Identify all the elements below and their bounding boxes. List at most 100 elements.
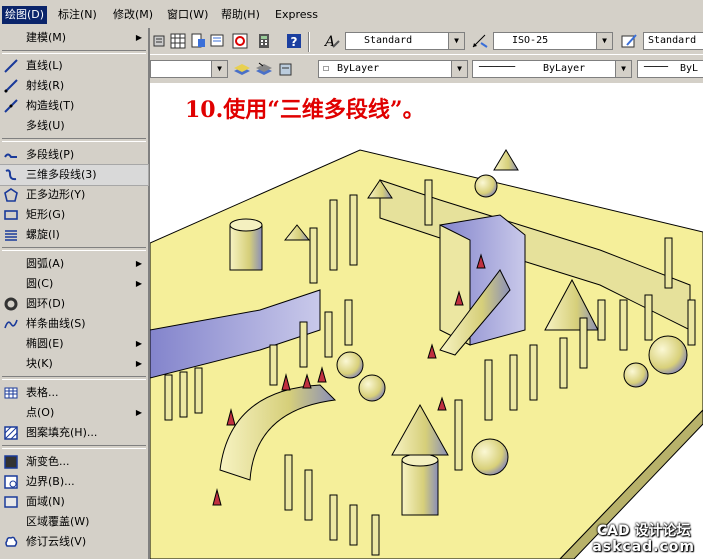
menu-express[interactable]: Express (272, 6, 321, 24)
menu-item-label: 矩形(G) (26, 208, 66, 221)
submenu-arrow-icon: ▶ (135, 259, 142, 268)
submenu-arrow-icon: ▶ (135, 339, 142, 348)
menu-item-gradient[interactable]: 渐变色... (0, 452, 148, 472)
sphere-1 (336, 351, 364, 379)
draw-menu-dropdown: 建模(M) ▶ 直线(L) 射线(R) 构造线(T) 多线(U) 多段线(P) … (0, 28, 150, 559)
menu-item-point[interactable]: 点(O) ▶ (0, 403, 148, 423)
lineweight-combo[interactable]: ──── ByL (637, 60, 703, 78)
boundary-icon (4, 475, 18, 489)
menu-help[interactable]: 帮助(H) (218, 6, 263, 24)
menu-item-circle[interactable]: 圆(C) ▶ (0, 274, 148, 294)
menu-item-label: 样条曲线(S) (26, 317, 86, 330)
dim-style-combo[interactable]: ISO-25 ▼ (493, 32, 613, 50)
properties-toolbar: ▼ ☐ ByLayer ▼ ────── ByLayer ▼ ──── ByL (150, 55, 703, 83)
menu-item-modeling[interactable]: 建模(M) ▶ (0, 28, 148, 48)
color-combo[interactable]: ☐ ByLayer ▼ (318, 60, 468, 78)
menu-item-label: 表格... (26, 386, 59, 399)
toolbar-separator (308, 32, 310, 52)
chevron-down-icon[interactable]: ▼ (451, 61, 467, 77)
menu-item-revcloud[interactable]: 修订云线(V) (0, 532, 148, 552)
menu-item-arc[interactable]: 圆弧(A) ▶ (0, 254, 148, 274)
chevron-down-icon[interactable]: ▼ (615, 61, 631, 77)
menu-item-ray[interactable]: 射线(R) (0, 76, 148, 96)
region-icon (4, 496, 18, 508)
dim-style-value: ISO-25 (512, 35, 549, 46)
submenu-arrow-icon: ▶ (135, 279, 142, 288)
text-style-icon[interactable]: A (322, 31, 342, 51)
calculator-icon[interactable] (254, 31, 274, 51)
menu-item-label: 图案填充(H)... (26, 426, 98, 439)
color-swatch-icon: ☐ (323, 63, 330, 74)
menu-item-block[interactable]: 块(K) ▶ (0, 354, 148, 374)
svg-text:?: ? (291, 35, 298, 49)
linetype-sample-icon: ────── (479, 62, 516, 73)
menu-separator (2, 445, 146, 449)
menu-draw[interactable]: 绘图(D) (2, 6, 48, 24)
menu-item-table[interactable]: 表格... (0, 383, 148, 403)
watermark: CAD 设计论坛 askcad.com (592, 523, 695, 555)
menu-item-polyline[interactable]: 多段线(P) (0, 145, 148, 165)
markup-icon[interactable] (230, 31, 250, 51)
sheet-set-icon[interactable] (208, 31, 228, 51)
menu-item-label: 射线(R) (26, 79, 65, 92)
chevron-down-icon[interactable]: ▼ (596, 33, 612, 49)
text-style-combo[interactable]: Standard ▼ (345, 32, 465, 50)
color-value: ByLayer (337, 63, 380, 74)
menu-item-construction-line[interactable]: 构造线(T) (0, 96, 148, 116)
sphere-4 (623, 362, 649, 388)
chevron-down-icon[interactable]: ▼ (211, 61, 227, 77)
design-center-icon[interactable] (168, 31, 188, 51)
table-style-icon[interactable] (620, 31, 640, 51)
menu-item-ellipse[interactable]: 椭圆(E) ▶ (0, 334, 148, 354)
spline-icon (4, 319, 18, 329)
menu-window[interactable]: 窗口(W) (164, 6, 211, 24)
menu-item-label: 螺旋(I) (26, 228, 60, 241)
3d-polyline-icon (5, 169, 17, 181)
construction-line-icon (4, 99, 18, 113)
menu-item-helix[interactable]: 螺旋(I) (0, 225, 148, 245)
menu-item-boundary[interactable]: 边界(B)... (0, 472, 148, 492)
chevron-down-icon[interactable]: ▼ (448, 33, 464, 49)
menu-item-spline[interactable]: 样条曲线(S) (0, 314, 148, 334)
line-icon (4, 59, 18, 73)
menu-item-region[interactable]: 面域(N) (0, 492, 148, 512)
help-icon[interactable]: ? (284, 31, 304, 51)
menu-item-donut[interactable]: 圆环(D) (0, 294, 148, 314)
menu-item-line[interactable]: 直线(L) (0, 56, 148, 76)
menu-separator (2, 376, 146, 380)
layer-states-icon[interactable] (276, 59, 296, 79)
menu-item-label: 三维多段线(3) (26, 168, 97, 181)
polyline-icon (4, 153, 17, 158)
polygon-icon (4, 188, 18, 202)
menu-item-label: 修订云线(V) (26, 535, 87, 548)
menu-item-3d-polyline[interactable]: 三维多段线(3) (0, 164, 149, 186)
drawing-canvas[interactable]: 10.使用“三维多段线”。 CAD 设计论坛 askcad.com (150, 84, 703, 559)
step-caption: 10.使用“三维多段线”。 (185, 97, 425, 123)
menu-item-multiline[interactable]: 多线(U) (0, 116, 148, 136)
menu-modify[interactable]: 修改(M) (110, 6, 156, 24)
menu-dimension[interactable]: 标注(N) (55, 6, 100, 24)
submenu-arrow-icon: ▶ (135, 408, 142, 417)
menu-item-hatch[interactable]: 图案填充(H)... (0, 423, 148, 443)
menu-separator (2, 138, 146, 142)
menu-item-polygon[interactable]: 正多边形(Y) (0, 185, 148, 205)
menu-item-wipeout[interactable]: 区域覆盖(W) (0, 512, 148, 532)
match-properties-icon[interactable] (150, 31, 170, 51)
front-cylinder (401, 453, 439, 516)
menu-item-rectangle[interactable]: 矩形(G) (0, 205, 148, 225)
menu-item-label: 直线(L) (26, 59, 63, 72)
layer-combo[interactable]: ▼ (150, 60, 228, 78)
text-style-value: Standard (364, 35, 413, 46)
hatch-icon (4, 426, 18, 440)
linetype-combo[interactable]: ────── ByLayer ▼ (472, 60, 632, 78)
layer-make-current-icon[interactable] (232, 59, 252, 79)
ray-icon (4, 79, 18, 93)
table-style-combo[interactable]: Standard (643, 32, 703, 50)
menu-item-label: 块(K) (26, 357, 53, 370)
gradient-icon (4, 455, 18, 469)
dim-style-icon[interactable] (470, 31, 490, 51)
menu-item-label: 圆(C) (26, 277, 54, 290)
menu-separator (2, 247, 146, 251)
layer-previous-icon[interactable] (254, 59, 274, 79)
tool-palettes-icon[interactable] (188, 31, 208, 51)
